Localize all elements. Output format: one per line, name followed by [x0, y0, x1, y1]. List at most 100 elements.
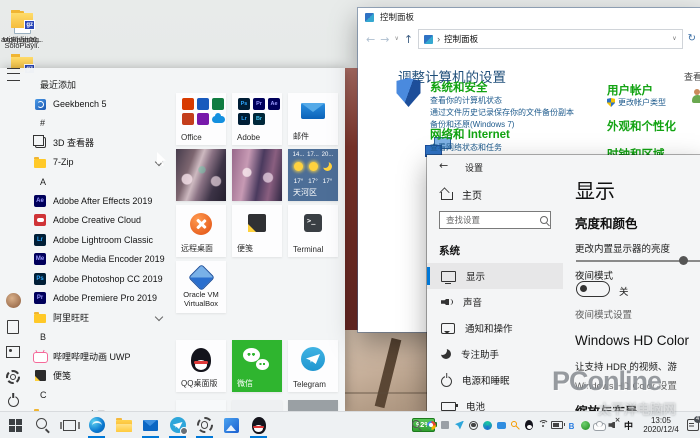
- taskbar-app-button[interactable]: [137, 412, 164, 438]
- taskbar-app-button[interactable]: [218, 412, 245, 438]
- tile-anime-photo-2[interactable]: [232, 149, 282, 201]
- start-menu-item-label: 便笺: [53, 371, 72, 382]
- rail-icon[interactable]: [7, 320, 19, 334]
- tile-qq[interactable]: QQ桌面版: [176, 340, 226, 392]
- tile-wechat[interactable]: 微信: [232, 340, 282, 392]
- taskbar-app-button[interactable]: [110, 412, 137, 438]
- start-menu-item[interactable]: 3D 查看器: [26, 133, 174, 152]
- night-mode-settings-link[interactable]: 夜间模式设置: [575, 307, 632, 321]
- tray-icon[interactable]: [608, 417, 621, 432]
- category-link-row[interactable]: 更改帐户类型: [607, 97, 666, 108]
- control-panel-titlebar[interactable]: 控制面板: [358, 8, 700, 26]
- tray-icon[interactable]: [566, 419, 577, 432]
- taskbar-app-button[interactable]: [191, 412, 218, 438]
- category-link[interactable]: 查看你的计算机状态: [430, 95, 502, 106]
- tray-icon[interactable]: [454, 419, 465, 432]
- settings-nav-item[interactable]: 声音: [427, 289, 563, 315]
- sidebar-item-home[interactable]: 主页: [441, 187, 482, 202]
- start-menu-item[interactable]: Adobe Creative Cloud: [26, 211, 174, 230]
- start-menu-item[interactable]: Adobe Premiere Pro 2019: [26, 288, 174, 307]
- tray-icon[interactable]: [412, 419, 423, 432]
- start-menu-item[interactable]: 哔哩哔哩动画 UWP: [26, 346, 174, 365]
- rail-icon[interactable]: [6, 370, 20, 384]
- start-menu-item[interactable]: Adobe Media Encoder 2019: [26, 250, 174, 269]
- taskbar-app-button[interactable]: [83, 412, 110, 438]
- desktop-icon[interactable]: axgkj_imag..: [0, 8, 44, 44]
- start-menu-item[interactable]: #: [26, 114, 174, 133]
- start-menu-item[interactable]: Adobe After Effects 2019: [26, 191, 174, 210]
- category-system-security[interactable]: 系统和安全: [430, 79, 488, 95]
- address-dropdown-icon[interactable]: ∨: [672, 36, 676, 42]
- tray-icon[interactable]: [537, 419, 549, 432]
- back-icon[interactable]: ←: [366, 34, 375, 45]
- category-network-internet[interactable]: 网络和 Internet: [430, 126, 510, 142]
- tile-office[interactable]: Office: [176, 93, 226, 145]
- tray-icon[interactable]: [482, 419, 493, 432]
- tray-icon[interactable]: [496, 419, 507, 432]
- start-menu-item[interactable]: C: [26, 385, 174, 404]
- settings-nav-item[interactable]: 专注助手: [427, 341, 563, 367]
- taskbar-app-button[interactable]: [245, 412, 272, 438]
- breadcrumb[interactable]: 控制面板: [444, 33, 478, 45]
- tray-icon[interactable]: [426, 419, 437, 432]
- settings-nav-item[interactable]: 通知和操作: [427, 315, 563, 341]
- date: 2020/12/4: [643, 425, 679, 434]
- category-link[interactable]: 查看网络状态和任务: [430, 142, 502, 153]
- start-menu-item[interactable]: B: [26, 327, 174, 346]
- tile-adobe[interactable]: Adobe: [232, 93, 282, 145]
- address-bar[interactable]: › 控制面板 ∨: [418, 29, 683, 49]
- history-dropdown-icon[interactable]: ∨: [394, 36, 398, 42]
- tile-remote-desktop[interactable]: 远程桌面: [176, 205, 226, 257]
- forward-icon[interactable]: →: [380, 34, 389, 45]
- tile-sticky-notes[interactable]: 便笺: [232, 205, 282, 257]
- settings-nav-item[interactable]: 显示: [427, 263, 563, 289]
- settings-nav-item[interactable]: 电池: [427, 393, 563, 412]
- search-input[interactable]: [439, 211, 551, 229]
- category-link[interactable]: 更改帐户类型: [618, 97, 666, 108]
- start-menu-item[interactable]: A: [26, 172, 174, 191]
- rail-icon[interactable]: [6, 346, 20, 358]
- back-icon[interactable]: ←: [439, 159, 448, 172]
- category-personalization[interactable]: 外观和个性化: [607, 118, 676, 134]
- brightness-slider[interactable]: [576, 256, 700, 266]
- tile-terminal[interactable]: Terminal: [288, 205, 338, 257]
- night-mode-toggle[interactable]: [576, 281, 610, 297]
- user-accounts-icon[interactable]: [691, 81, 700, 103]
- tray-icon[interactable]: [551, 419, 566, 432]
- system-security-icon[interactable]: [396, 78, 421, 107]
- up-icon[interactable]: ↑: [404, 34, 413, 45]
- tray-icon[interactable]: [440, 419, 451, 432]
- action-center-button[interactable]: 4: [686, 416, 700, 432]
- tile-anime-photo-1[interactable]: [176, 149, 226, 201]
- start-menu-item[interactable]: 阿里旺旺: [26, 308, 174, 327]
- tile-weather[interactable]: 14... 17° 17... 17° 20... 17° 天河区: [288, 149, 338, 201]
- clock[interactable]: 13:05 2020/12/4: [638, 416, 684, 435]
- refresh-icon[interactable]: ↻: [688, 34, 696, 44]
- tray-icon[interactable]: [510, 419, 521, 432]
- taskbar-app-button[interactable]: [164, 412, 191, 438]
- settings-nav-item[interactable]: 电源和睡眠: [427, 367, 563, 393]
- start-menu-item[interactable]: 7-Zip: [26, 153, 174, 172]
- taskbar-app-button[interactable]: [2, 412, 29, 438]
- start-menu-item[interactable]: Adobe Photoshop CC 2019: [26, 269, 174, 288]
- tray-icon[interactable]: [592, 419, 606, 432]
- rail-icon[interactable]: [5, 293, 21, 308]
- tray-icon[interactable]: [580, 419, 591, 432]
- tray-icon[interactable]: [524, 419, 535, 432]
- hamburger-icon[interactable]: [6, 68, 20, 81]
- rail-icon[interactable]: [7, 396, 19, 407]
- start-menu-item[interactable]: Adobe Lightroom Classic: [26, 230, 174, 249]
- start-menu-item[interactable]: 便笺: [26, 366, 174, 385]
- start-menu-item[interactable]: Geekbench 5: [26, 94, 174, 113]
- taskbar-app-button[interactable]: [29, 412, 56, 438]
- category-link[interactable]: 通过文件历史记录保存你的文件备份副本: [430, 107, 574, 118]
- ime-indicator[interactable]: 中: [624, 419, 633, 432]
- tile-virtualbox[interactable]: Oracle VM VirtualBox: [176, 261, 226, 313]
- tile-mail[interactable]: 邮件: [288, 93, 338, 145]
- category-user-accounts[interactable]: 用户帐户: [607, 82, 653, 98]
- slider-handle[interactable]: [679, 256, 688, 265]
- tray-icon[interactable]: [468, 419, 479, 432]
- taskbar-app-button[interactable]: [56, 412, 83, 438]
- tile-telegram[interactable]: Telegram: [288, 340, 338, 392]
- start-menu-item[interactable]: 最近添加: [26, 75, 174, 94]
